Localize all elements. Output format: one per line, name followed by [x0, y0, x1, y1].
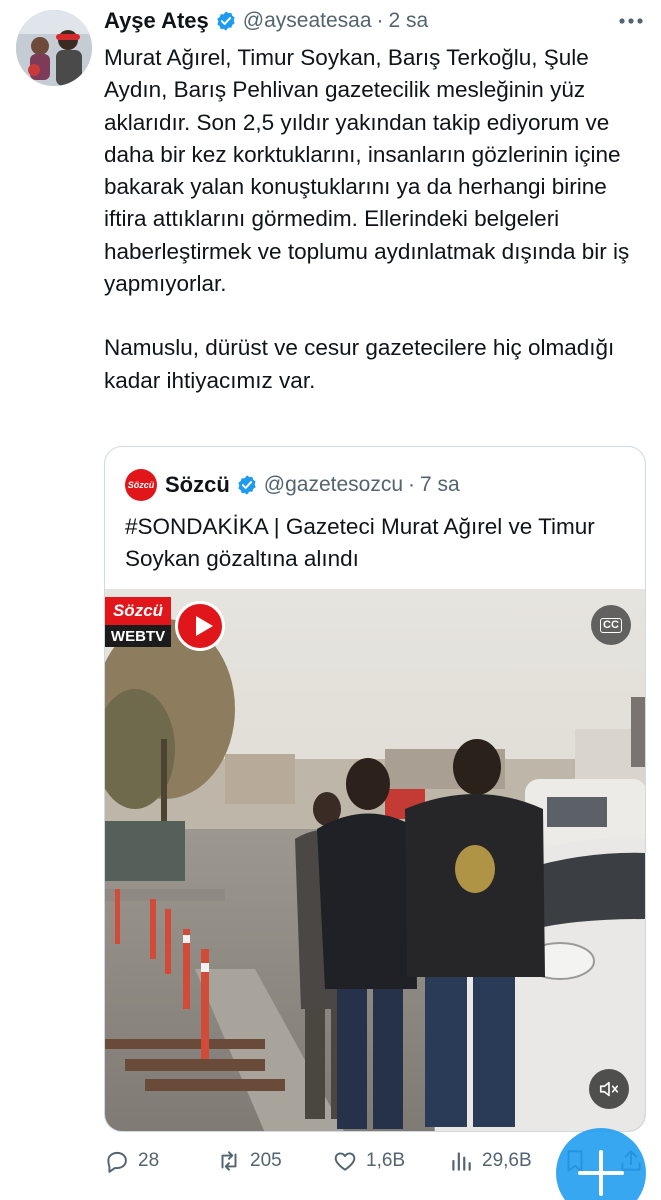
tweet-header: Ayşe Ateş @ayseatesaa · 2 sa [104, 6, 428, 36]
views-button[interactable]: 29,6B [448, 1146, 532, 1176]
quoted-tweet-header: Sözcü Sözcü @gazetesozcu · 7 sa [125, 469, 460, 501]
captions-label: CC [600, 617, 622, 633]
reply-button[interactable]: 28 [104, 1146, 159, 1176]
quoted-handle[interactable]: @gazetesozcu [264, 473, 403, 497]
captions-button[interactable]: CC [591, 605, 631, 645]
brand-top-label: Sözcü [105, 597, 171, 625]
quoted-time[interactable]: 7 sa [420, 473, 460, 497]
views-count: 29,6B [482, 1150, 532, 1171]
play-icon [175, 601, 225, 651]
retweet-count: 205 [250, 1150, 282, 1171]
quoted-tweet[interactable]: Sözcü Sözcü @gazetesozcu · 7 sa #SONDAKİ… [104, 446, 646, 1132]
speaker-muted-icon [599, 1081, 619, 1097]
quoted-text: #SONDAKİKA | Gazeteci Murat Ağırel ve Ti… [125, 514, 595, 571]
quoted-separator: · [408, 473, 416, 496]
quoted-avatar[interactable]: Sözcü [125, 469, 157, 501]
tweet-paragraph: Namuslu, dürüst ve cesur gazetecilere hi… [104, 335, 615, 393]
author-display-name[interactable]: Ayşe Ateş [104, 8, 209, 34]
verified-badge-icon [215, 10, 237, 32]
retweet-icon [221, 1151, 237, 1171]
heart-icon [334, 1152, 356, 1171]
reply-icon [107, 1151, 127, 1173]
brand-bottom-label: WEBTV [105, 625, 171, 647]
verified-badge-icon [236, 474, 258, 496]
compose-post-button[interactable] [556, 1128, 646, 1200]
like-count: 1,6B [366, 1150, 406, 1171]
tweet-time[interactable]: 2 sa [389, 9, 429, 33]
tweet-paragraph: Murat Ağırel, Timur Soykan, Barış Terkoğ… [104, 45, 630, 297]
author-handle[interactable]: @ayseatesaa [243, 9, 372, 33]
video-player[interactable]: Sözcü WEBTV CC [105, 589, 645, 1131]
quoted-display-name[interactable]: Sözcü [165, 472, 230, 498]
more-options-icon[interactable] [619, 12, 643, 24]
video-frame [105, 589, 645, 1131]
reply-count: 28 [138, 1150, 160, 1171]
views-chart-icon [452, 1152, 471, 1171]
header-separator: · [376, 9, 384, 32]
like-button[interactable]: 1,6B [332, 1146, 405, 1176]
avatar[interactable] [16, 10, 92, 86]
tweet-body: Murat Ağırel, Timur Soykan, Barış Terkoğ… [104, 42, 649, 397]
mute-button[interactable] [589, 1069, 629, 1109]
retweet-button[interactable]: 205 [216, 1146, 282, 1176]
